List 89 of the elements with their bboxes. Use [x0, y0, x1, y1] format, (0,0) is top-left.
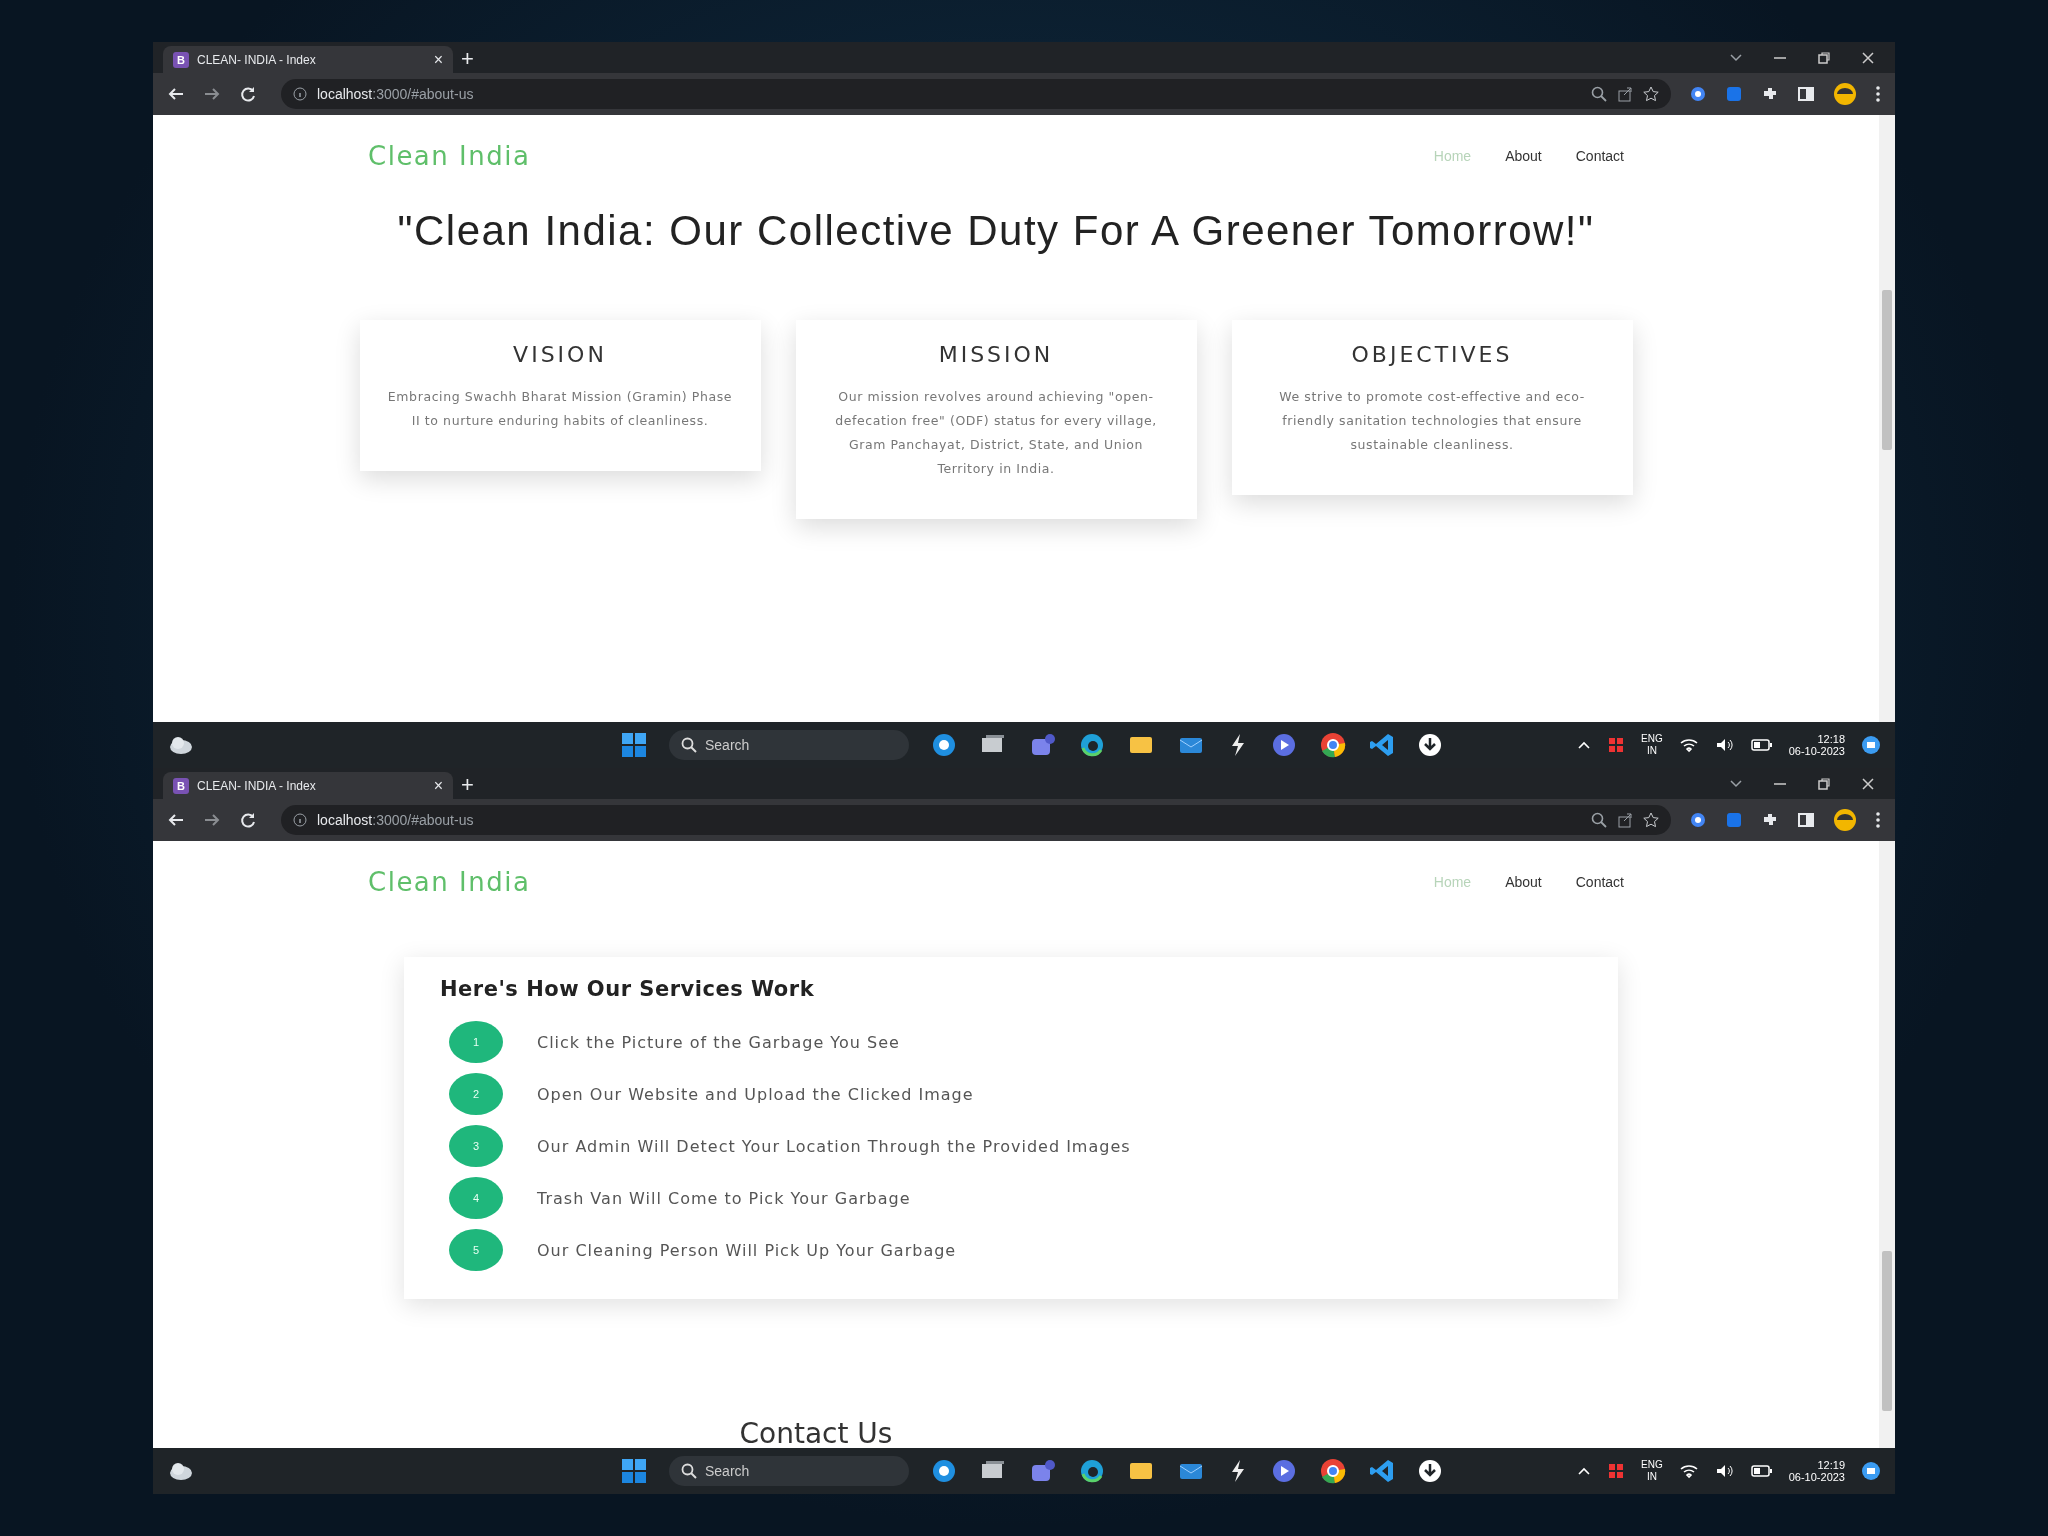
- nav-link[interactable]: Contact: [1575, 148, 1624, 164]
- close-tab-button[interactable]: ×: [433, 776, 443, 795]
- download-icon[interactable]: [1417, 732, 1443, 758]
- step-text: Our Admin Will Detect Your Location Through the Provided Images: [537, 1136, 1131, 1156]
- section-heading: Contact Us: [739, 1420, 893, 1448]
- chrome-icon[interactable]: [1319, 1457, 1347, 1485]
- clock[interactable]: 12:18 06-10-2023: [1788, 733, 1845, 757]
- tab-title: CLEAN- INDIA - Index: [197, 778, 317, 793]
- close-icon[interactable]: [1861, 50, 1875, 65]
- chat-icon[interactable]: [1029, 732, 1057, 758]
- services-heading: Here's How Our Services Work: [440, 977, 816, 1001]
- search-icon: [681, 737, 697, 753]
- card-title: MISSION: [937, 342, 1055, 368]
- wifi-icon[interactable]: [1678, 737, 1699, 753]
- favicon: B: [173, 777, 189, 794]
- wifi-icon[interactable]: [1678, 1463, 1699, 1479]
- notification-icon[interactable]: [1861, 1461, 1881, 1481]
- chrome-icon[interactable]: [1319, 731, 1347, 759]
- hero-headline: "Clean India: Our Collective Duty For A Greener Tomorrow!": [396, 207, 1596, 255]
- clock[interactable]: 12:19 06-10-2023: [1788, 1459, 1845, 1483]
- volume-icon[interactable]: [1714, 737, 1735, 753]
- battery-icon[interactable]: [1750, 738, 1773, 752]
- language-indicator[interactable]: ENG IN: [1641, 733, 1663, 757]
- new-tab-button[interactable]: +: [461, 45, 474, 72]
- scrollbar[interactable]: [1879, 841, 1895, 1448]
- browser-tab[interactable]: B CLEAN- INDIA - Index ×: [163, 46, 453, 73]
- scrollbar[interactable]: [1879, 115, 1895, 722]
- menu-icon[interactable]: [1875, 85, 1881, 103]
- share-icon[interactable]: [1617, 812, 1633, 828]
- app-tray-icon[interactable]: [1607, 1462, 1626, 1480]
- nav-link[interactable]: Contact: [1575, 874, 1624, 890]
- step-text: Our Cleaning Person Will Pick Up Your Garbage: [537, 1240, 957, 1260]
- extension-icon[interactable]: [1689, 85, 1707, 103]
- restore-icon[interactable]: [1817, 50, 1831, 65]
- media-player-icon[interactable]: [1271, 1458, 1297, 1484]
- extension-icon[interactable]: [1689, 811, 1707, 829]
- battery-icon[interactable]: [1750, 1464, 1773, 1478]
- app-tray-icon[interactable]: [1607, 736, 1626, 754]
- card-text: We strive to promote cost-effective and eco-friendly sanitation technologies that ensure sustainable cleanliness.: [1278, 388, 1586, 455]
- step-number: 5: [449, 1229, 503, 1271]
- star-icon[interactable]: [1643, 86, 1659, 102]
- close-icon[interactable]: [1861, 776, 1875, 791]
- search-icon: [681, 1463, 697, 1479]
- notification-icon[interactable]: [1861, 735, 1881, 755]
- new-tab-button[interactable]: +: [461, 771, 474, 798]
- media-player-icon[interactable]: [1271, 732, 1297, 758]
- step-number: 4: [449, 1177, 503, 1219]
- code-editor-icon[interactable]: [1369, 1458, 1395, 1484]
- favicon: B: [173, 51, 189, 68]
- nav-link[interactable]: About: [1505, 148, 1542, 164]
- reload-icon[interactable]: [239, 85, 257, 103]
- reload-icon[interactable]: [239, 811, 257, 829]
- step-number: 1: [449, 1021, 503, 1063]
- chat-icon[interactable]: [1029, 1458, 1057, 1484]
- language-indicator[interactable]: ENG IN: [1641, 1459, 1663, 1483]
- step-number: 3: [449, 1125, 503, 1167]
- restore-icon[interactable]: [1817, 776, 1831, 791]
- card-text: Our mission revolves around achieving "open-defecation free" (ODF) status for every village, Gram Panchayat, District, State, and Union Territory in India.: [834, 388, 1158, 479]
- card-title: OBJECTIVES: [1350, 342, 1514, 368]
- address-bar[interactable]: localhost:3000/#about-us: [281, 79, 1671, 109]
- nav-link[interactable]: About: [1505, 874, 1542, 890]
- avatar-icon[interactable]: [1833, 808, 1857, 832]
- tab-title: CLEAN- INDIA - Index: [197, 52, 317, 67]
- taskbar-search[interactable]: Search: [669, 730, 909, 760]
- address-bar[interactable]: localhost:3000/#about-us: [281, 805, 1671, 835]
- windows-icon[interactable]: [621, 1458, 647, 1484]
- volume-icon[interactable]: [1714, 1463, 1735, 1479]
- menu-icon[interactable]: [1875, 811, 1881, 829]
- code-editor-icon[interactable]: [1369, 732, 1395, 758]
- download-icon[interactable]: [1417, 1458, 1443, 1484]
- info-icon: [293, 813, 307, 827]
- step-text: Trash Van Will Come to Pick Your Garbage: [537, 1188, 911, 1208]
- side-panel-icon[interactable]: [1797, 811, 1815, 829]
- share-icon[interactable]: [1617, 86, 1633, 102]
- taskbar-search[interactable]: Search: [669, 1456, 909, 1486]
- step-number: 2: [449, 1073, 503, 1115]
- avatar-icon[interactable]: [1833, 82, 1857, 106]
- card-text: Embracing Swachh Bharat Mission (Gramin) Phase II to nurture enduring habits of cleanliness.: [387, 388, 733, 431]
- zoom-icon[interactable]: [1591, 812, 1607, 828]
- info-icon: [293, 87, 307, 101]
- browser-tab[interactable]: B CLEAN- INDIA - Index ×: [163, 772, 453, 799]
- card-title: VISION: [512, 342, 608, 368]
- windows-icon[interactable]: [621, 732, 647, 758]
- zoom-icon[interactable]: [1591, 86, 1607, 102]
- step-text: Open Our Website and Upload the Clicked Image: [537, 1084, 974, 1104]
- step-text: Click the Picture of the Garbage You See: [537, 1032, 900, 1052]
- close-tab-button[interactable]: ×: [433, 50, 443, 69]
- side-panel-icon[interactable]: [1797, 85, 1815, 103]
- star-icon[interactable]: [1643, 812, 1659, 828]
